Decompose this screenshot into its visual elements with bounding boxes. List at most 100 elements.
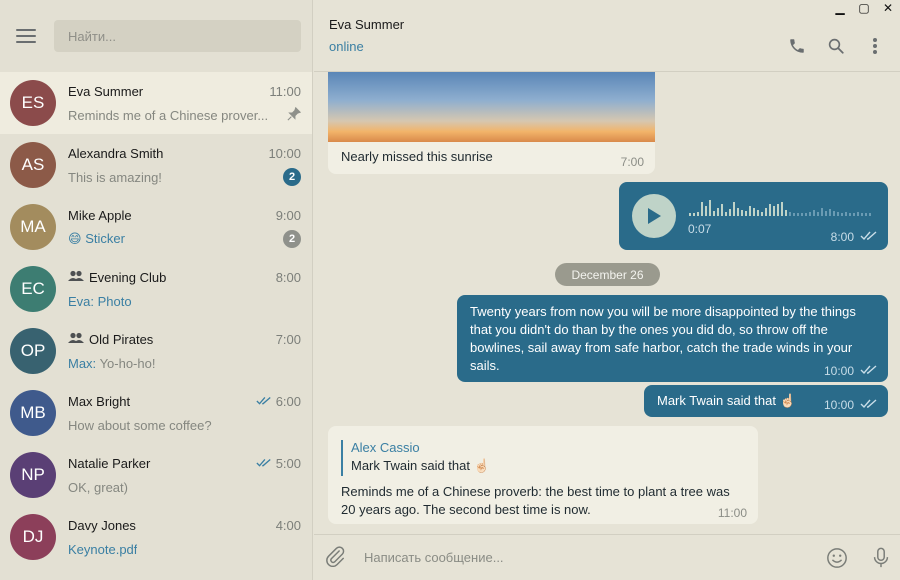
chat-time: 11:00 [269,83,301,99]
chat-list-item[interactable]: EC Evening Club 8:00 Eva: Photo [0,258,312,320]
avatar[interactable]: AS [10,142,56,188]
chat-name: Alexandra Smith [68,145,164,161]
chat-list-item[interactable]: OP Old Pirates 7:00 Max: Yo-ho-ho! [0,320,312,382]
voice-message[interactable]: 0:07 8:00 [619,182,888,250]
unread-badge: 2 [283,230,301,248]
chat-time-wrap: 8:00 [276,270,301,285]
message-time: 7:00 [620,155,644,169]
waveform-bar [845,212,847,216]
chat-name: Natalie Parker [68,455,151,471]
chat-time-wrap: 10:00 [268,146,301,161]
chat-preview-text: Reminds me of a Chinese prover... [68,107,269,123]
avatar[interactable]: ES [10,80,56,126]
avatar[interactable]: MA [10,204,56,250]
chat-preview-text: Keynote.pdf [68,541,138,557]
message-input[interactable] [364,550,804,565]
microphone-icon[interactable] [872,547,890,572]
chat-time: 5:00 [275,455,301,471]
waveform-bar [697,212,699,216]
chat-list-item[interactable]: NP Natalie Parker 5:00 OK, great) [0,444,312,506]
close-icon[interactable]: ✕ [876,0,900,16]
outgoing-message[interactable]: Mark Twain said that ☝🏻 10:00 [644,385,888,417]
minimize-icon[interactable]: ▁ [828,0,852,16]
incoming-reply-message[interactable]: Alex Cassio Mark Twain said that ☝🏻 Remi… [328,426,758,524]
waveform-bar [745,211,747,216]
more-icon[interactable] [864,36,886,56]
chat-list-item[interactable]: MA Mike Apple 9:00 😄 Sticker 2 [0,196,312,258]
search-input[interactable]: Найти... [54,20,301,52]
waveform-bar [769,204,771,216]
waveform-bar [757,210,759,216]
chat-list-item[interactable]: AS Alexandra Smith 10:00 This is amazing! 2 [0,134,312,196]
chat-time: 9:00 [275,207,301,223]
message-area[interactable]: Nearly missed this sunrise 7:00 0:07 8:0… [314,72,900,534]
chat-header: Eva Summer online [314,0,900,72]
avatar[interactable]: DJ [10,514,56,560]
message-meta: 8:00 [831,230,878,244]
waveform-bar [801,213,803,216]
message-time: 11:00 [717,506,747,520]
chat-preview: OK, great) [68,480,128,495]
chat-name-wrap: Eva Summer [68,84,143,99]
chat-name-wrap: Alexandra Smith [68,146,163,161]
waveform-bar [693,213,695,216]
maximize-icon[interactable]: ▢ [852,0,876,16]
group-icon [68,270,84,285]
sunrise-photo[interactable] [328,72,655,142]
emoji-icon[interactable] [826,547,848,572]
chat-preview-text: Sticker [85,231,125,246]
chat-name: Davy Jones [68,517,136,533]
avatar[interactable]: OP [10,328,56,374]
avatar[interactable]: EC [10,266,56,312]
photo-message[interactable]: Nearly missed this sunrise 7:00 [328,72,655,174]
outgoing-message[interactable]: Twenty years from now you will be more d… [457,295,888,382]
waveform-bar [713,211,715,216]
reply-quote-text: Mark Twain said that ☝🏻 [351,458,490,473]
chat-name: Evening Club [89,269,167,285]
message-time: 8:00 [830,230,854,244]
contact-name[interactable]: Eva Summer [329,17,404,32]
chat-preview-text: How about some coffee? [68,417,212,433]
waveform-bar [813,210,815,216]
chat-list-item[interactable]: MB Max Bright 6:00 How about some coffee? [0,382,312,444]
chat-time-wrap: 7:00 [276,332,301,347]
attach-icon[interactable] [324,545,346,570]
waveform-bar [781,202,783,216]
waveform-bar [857,212,859,216]
waveform-bar [701,202,703,216]
chat-name-wrap: Davy Jones [68,518,136,533]
chat-name: Max Bright [68,393,131,409]
voice-waveform[interactable] [689,200,874,216]
chat-list-item[interactable]: ES Eva Summer 11:00 Reminds me of a Chinese… [0,72,312,134]
waveform-bar [817,212,819,216]
chat-list-sidebar: Найти... ES Eva Summer 11:00 Reminds me of … [0,0,313,580]
waveform-bar [841,213,843,216]
conversation-pane: Eva Summer online Nearly missed this sun… [314,0,900,580]
chat-time-wrap: 11:00 [269,84,301,99]
message-meta: 10:00 [824,362,878,380]
reply-quote[interactable]: Alex Cassio Mark Twain said that ☝🏻 [341,440,490,476]
waveform-bar [749,206,751,216]
chat-name-wrap: Max Bright [68,394,130,409]
waveform-bar [721,204,723,216]
chat-preview-text: Eva: Photo [68,293,132,309]
menu-icon[interactable] [16,29,36,43]
waveform-bar [761,212,763,216]
phone-icon[interactable] [786,36,808,56]
message-meta: 10:00 [824,398,878,412]
avatar[interactable]: NP [10,452,56,498]
chat-preview: This is amazing! [68,170,162,185]
waveform-bar [705,206,707,216]
chat-time: 4:00 [275,517,301,533]
chat-list-item[interactable]: DJ Davy Jones 4:00 Keynote.pdf [0,506,312,568]
search-icon[interactable] [825,36,847,56]
chat-preview: Reminds me of a Chinese prover... [68,108,268,123]
reply-author: Alex Cassio [351,440,420,455]
chat-name: Old Pirates [89,331,154,347]
chat-name-wrap: Old Pirates [68,332,153,347]
waveform-bar [821,208,823,216]
unread-badge: 2 [283,168,301,186]
waveform-bar [853,213,855,216]
play-icon[interactable] [632,194,676,238]
avatar[interactable]: MB [10,390,56,436]
